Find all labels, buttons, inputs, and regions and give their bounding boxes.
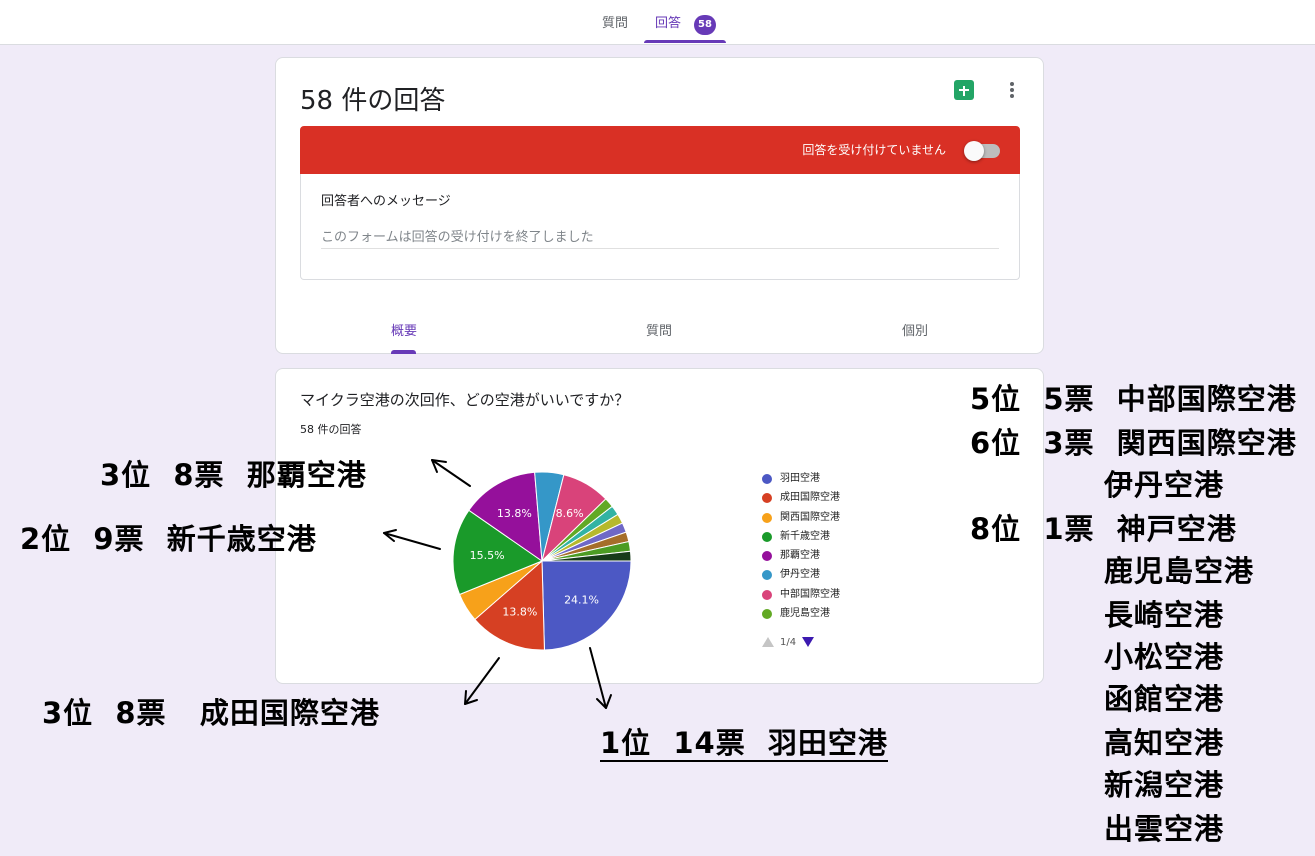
annotation-komatsu: 小松空港 <box>1104 640 1225 674</box>
annotation-shinchitose: 2位 9票 新千歳空港 <box>20 522 317 556</box>
annotation-kobe: 8位 1票 神戸空港 <box>970 512 1237 546</box>
annotation-hakodate: 函館空港 <box>1104 682 1225 716</box>
annotation-naha: 3位 8票 那覇空港 <box>100 458 367 492</box>
arrow-naha <box>431 459 471 487</box>
annotation-narita: 3位 8票 成田国際空港 <box>42 696 380 730</box>
annotation-niigata: 新潟空港 <box>1104 768 1225 802</box>
arrow-narita <box>464 657 500 705</box>
annotation-kansai: 6位 3票 関西国際空港 <box>970 426 1297 460</box>
annotation-itami: 伊丹空港 <box>1104 468 1225 502</box>
annotation-chubu: 5位 5票 中部国際空港 <box>970 382 1297 416</box>
annotation-kochi: 高知空港 <box>1104 726 1225 760</box>
annotation-kagoshima: 鹿児島空港 <box>1104 554 1255 588</box>
annotation-izumo: 出雲空港 <box>1104 812 1225 846</box>
annotation-nagasaki: 長崎空港 <box>1104 598 1225 632</box>
annotation-haneda: 1位 14票 羽田空港 <box>600 726 888 762</box>
